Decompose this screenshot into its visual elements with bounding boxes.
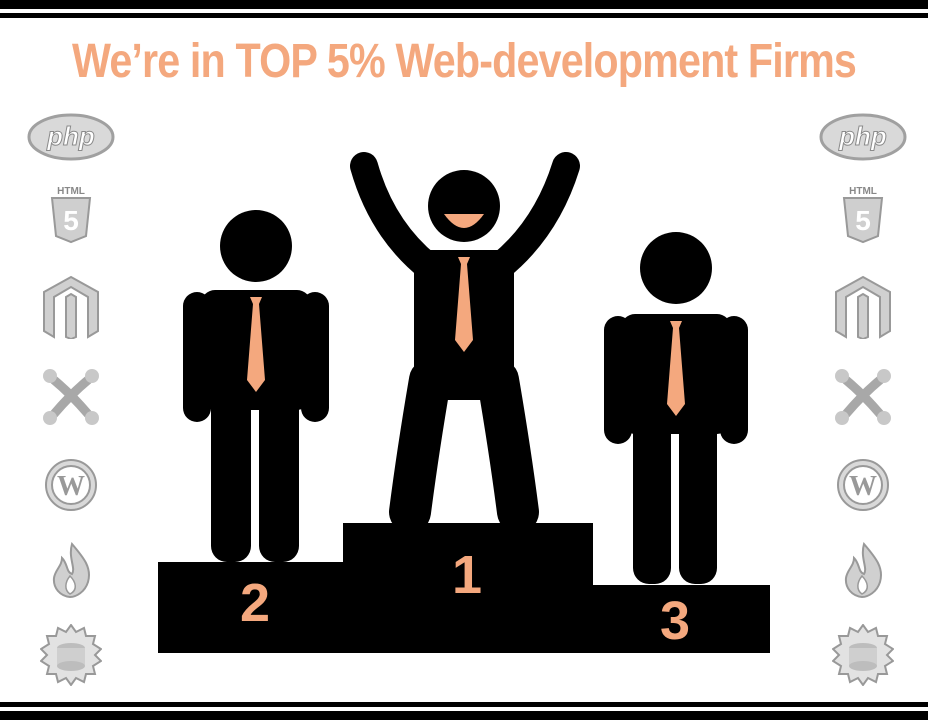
third-place-figure xyxy=(604,232,748,584)
first-place-figure xyxy=(350,152,580,533)
winners-podium-illustration: 2 1 3 xyxy=(158,152,770,653)
podium-first-number: 1 xyxy=(452,545,482,605)
second-place-figure xyxy=(183,210,329,562)
podium-second-number: 2 xyxy=(240,573,270,633)
podium-third-number: 3 xyxy=(660,591,690,651)
